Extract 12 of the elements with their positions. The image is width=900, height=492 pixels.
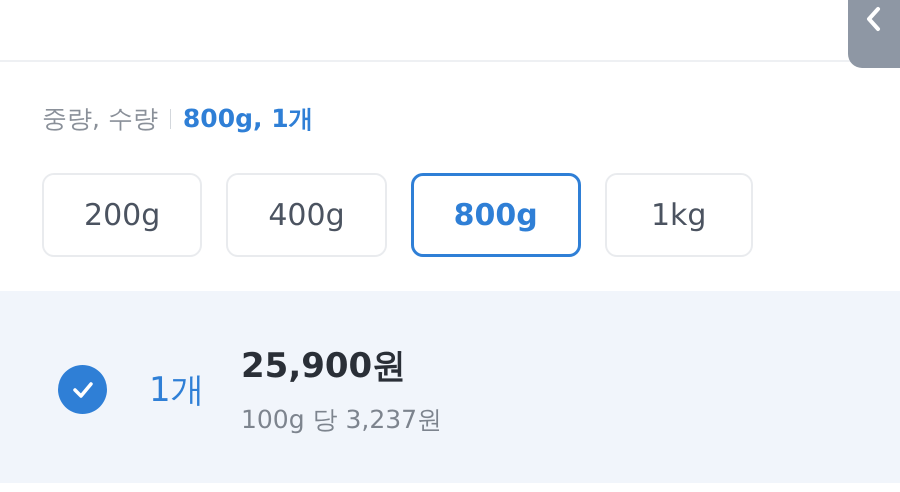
collapse-tab[interactable] [848,0,900,68]
checkbox[interactable] [58,365,107,414]
checkmark-icon [72,380,94,398]
price: 25,900원 [241,345,408,388]
weight-option[interactable]: 200g [42,173,202,257]
weight-option[interactable]: 1kg [604,173,753,257]
quantity-label: 1개 [149,368,206,412]
weight-option[interactable]: 400g [226,173,387,257]
unit-price: 100g 당 3,237원 [241,404,442,436]
weight-option[interactable]: 800g [410,173,581,257]
option-label: 중량, 수량 [42,103,158,135]
selected-option-value: 800g, 1개 [182,103,314,135]
